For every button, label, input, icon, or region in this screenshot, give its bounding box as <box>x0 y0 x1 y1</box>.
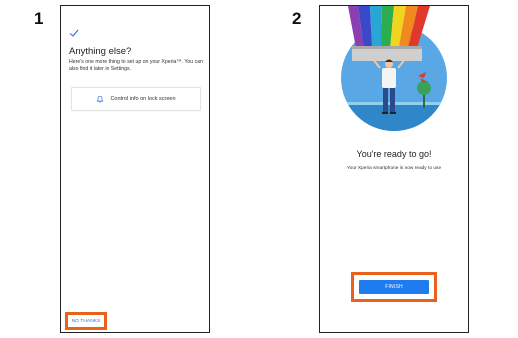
page-description: Your Xperia smartphone is now ready to u… <box>346 166 442 171</box>
phone-screen-ready: You're ready to go! Your Xperia smartpho… <box>319 5 469 333</box>
no-thanks-highlight: NO THANKS <box>65 312 107 330</box>
card-label: Control info on lock screen <box>110 96 176 102</box>
step-number-2: 2 <box>292 9 302 28</box>
bell-icon <box>96 95 104 103</box>
welcome-illustration <box>341 6 447 131</box>
step-number-1: 1 <box>34 9 44 28</box>
lock-screen-info-card[interactable]: Control info on lock screen <box>71 87 201 111</box>
page-title: Anything else? <box>69 46 132 57</box>
finish-button-label: FINISH <box>385 284 403 290</box>
finish-button[interactable]: FINISH <box>359 280 429 294</box>
phone-screen-anything-else: Anything else? Here's one more thing to … <box>60 5 210 333</box>
no-thanks-button[interactable]: NO THANKS <box>72 319 101 324</box>
page-description: Here's one more thing to set up on your … <box>69 59 203 72</box>
finish-highlight: FINISH <box>351 272 437 302</box>
checkmark-icon <box>69 29 79 37</box>
page-title: You're ready to go! <box>356 149 432 159</box>
